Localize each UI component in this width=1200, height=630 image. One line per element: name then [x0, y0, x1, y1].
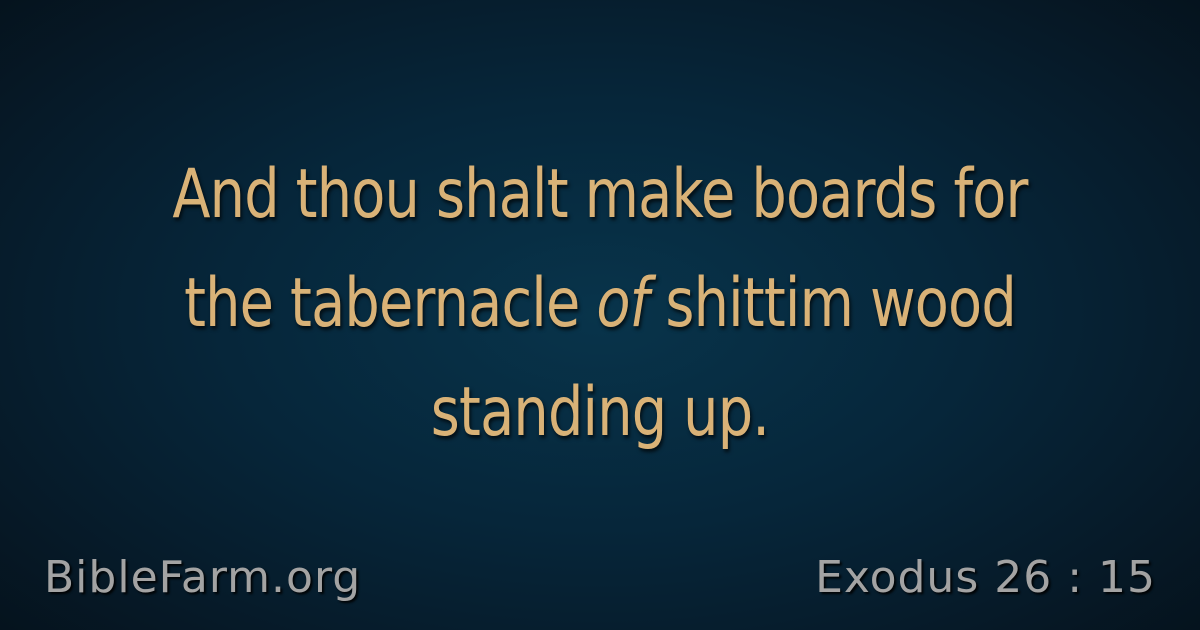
verse-line-1: And thou shalt make boards for	[172, 155, 1028, 234]
verse-line-2-start: the tabernacle	[184, 264, 597, 343]
verse-text: And thou shalt make boards for the taber…	[157, 140, 1043, 467]
site-name: BibleFarm.org	[44, 552, 362, 603]
verse-line-2-end: shittim wood	[648, 264, 1016, 343]
verse-reference: Exodus 26 : 15	[815, 552, 1156, 603]
verse-line-2: the tabernacle of shittim wood	[157, 249, 1043, 358]
verse-italic-word: of	[596, 264, 649, 343]
verse-line-3: standing up.	[430, 373, 770, 452]
